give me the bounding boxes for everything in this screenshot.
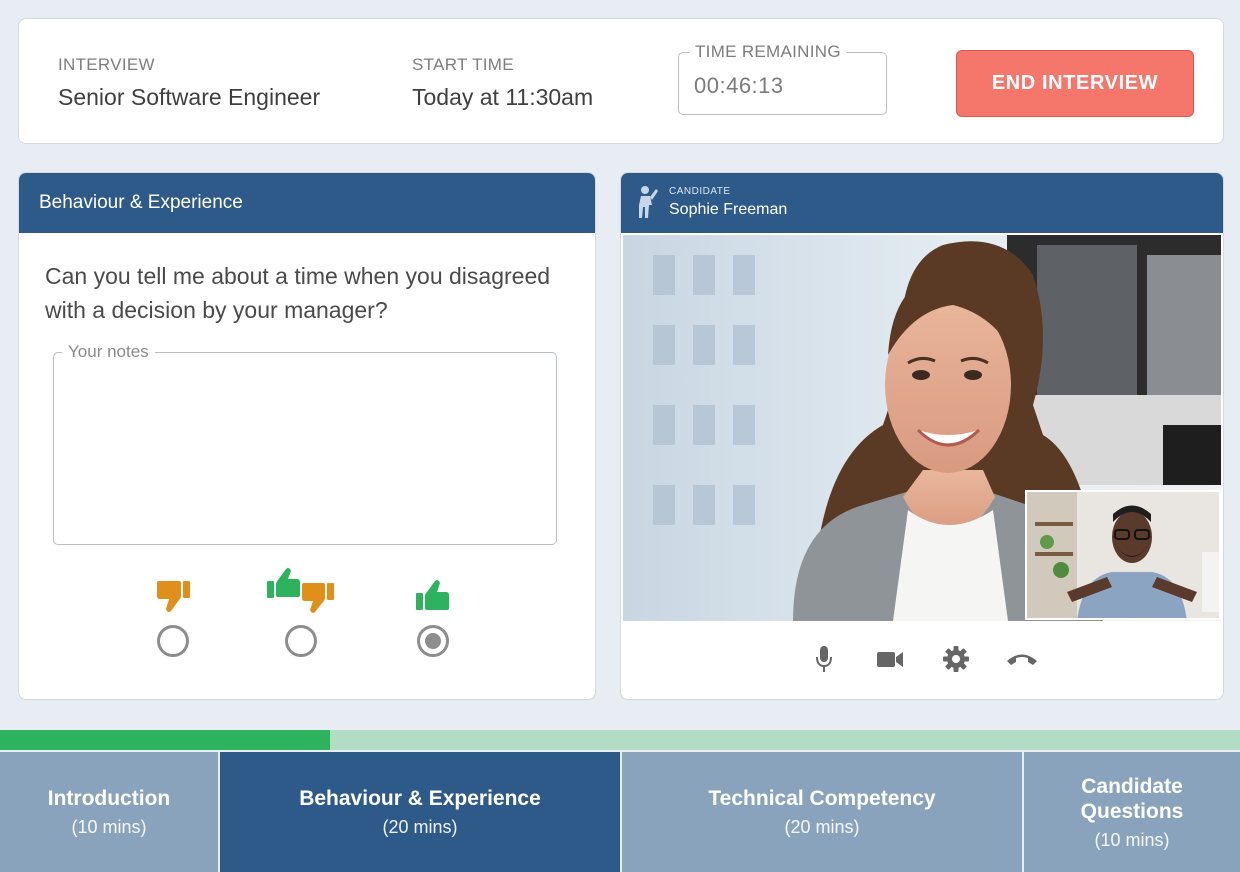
microphone-button[interactable] bbox=[806, 641, 842, 677]
tab-introduction[interactable]: Introduction (10 mins) bbox=[0, 752, 218, 872]
candidate-header: CANDIDATE Sophie Freeman bbox=[621, 173, 1223, 233]
time-remaining-field: TIME REMAINING 00:46:13 bbox=[678, 42, 887, 115]
tab-behaviour-experience[interactable]: Behaviour & Experience (20 mins) bbox=[220, 752, 620, 872]
thumbs-up-icon bbox=[416, 580, 449, 610]
tab-technical-competency[interactable]: Technical Competency (20 mins) bbox=[622, 752, 1022, 872]
microphone-icon bbox=[816, 646, 832, 672]
interview-header: INTERVIEW Senior Software Engineer START… bbox=[18, 18, 1224, 144]
interviewer-video-image bbox=[1027, 492, 1219, 618]
rating-radio-thumbs-mixed[interactable] bbox=[285, 625, 317, 657]
camera-icon bbox=[877, 652, 903, 667]
interview-title: Senior Software Engineer bbox=[58, 84, 321, 110]
hang-up-button[interactable] bbox=[1004, 641, 1040, 677]
tab-duration: (10 mins) bbox=[1094, 829, 1170, 850]
tab-duration: (10 mins) bbox=[71, 817, 147, 837]
tab-candidate-questions[interactable]: Candidate Questions (10 mins) bbox=[1024, 752, 1240, 872]
thumbs-down-icon bbox=[157, 581, 190, 612]
interview-label: INTERVIEW bbox=[58, 55, 155, 74]
question-card: Behaviour & Experience Can you tell me a… bbox=[18, 172, 596, 700]
radio-selected-dot bbox=[425, 633, 441, 649]
tab-title: Technical Competency bbox=[708, 787, 936, 810]
rating-thumbs-mixed[interactable] bbox=[261, 568, 341, 657]
tab-title: Behaviour & Experience bbox=[299, 787, 541, 810]
interview-progress-fill bbox=[0, 730, 330, 750]
tab-duration: (20 mins) bbox=[382, 817, 458, 837]
time-remaining-label: TIME REMAINING bbox=[689, 42, 847, 62]
settings-button[interactable] bbox=[938, 641, 974, 677]
candidate-label: CANDIDATE bbox=[669, 186, 731, 197]
video-call-card: CANDIDATE Sophie Freeman bbox=[620, 172, 1224, 700]
start-time-label: START TIME bbox=[412, 55, 514, 74]
time-remaining-value: 00:46:13 bbox=[694, 73, 784, 98]
question-text: Can you tell me about a time when you di… bbox=[45, 263, 551, 323]
notes-field[interactable]: Your notes bbox=[53, 342, 557, 545]
rating-thumbs-up[interactable] bbox=[393, 573, 473, 657]
tab-title: Candidate Questions bbox=[1080, 774, 1184, 823]
start-time-value: Today at 11:30am bbox=[412, 84, 594, 110]
candidate-name: Sophie Freeman bbox=[669, 201, 788, 218]
end-interview-button[interactable]: END INTERVIEW bbox=[956, 50, 1194, 117]
notes-label: Your notes bbox=[62, 342, 155, 362]
settings-icon bbox=[943, 646, 969, 672]
interviewer-video bbox=[1025, 490, 1221, 620]
rating-radio-thumbs-up[interactable] bbox=[417, 625, 449, 657]
person-icon bbox=[639, 186, 658, 218]
rating-thumbs-down[interactable] bbox=[133, 573, 213, 657]
call-controls bbox=[621, 641, 1223, 677]
interview-progress-bar bbox=[0, 730, 1240, 750]
tab-title: Introduction bbox=[47, 787, 171, 810]
hang-up-icon bbox=[1007, 654, 1037, 665]
camera-button[interactable] bbox=[872, 641, 908, 677]
candidate-video bbox=[623, 235, 1221, 621]
thumbs-mixed-icon bbox=[267, 568, 334, 613]
rating-radio-thumbs-down[interactable] bbox=[157, 625, 189, 657]
start-time-info: START TIME Today at 11:30am bbox=[412, 55, 593, 111]
interview-stage-tabs: Introduction (10 mins) Behaviour & Exper… bbox=[0, 752, 1240, 872]
interview-info: INTERVIEW Senior Software Engineer bbox=[58, 55, 320, 111]
tab-duration: (20 mins) bbox=[784, 817, 860, 837]
question-card-title: Behaviour & Experience bbox=[19, 173, 595, 233]
